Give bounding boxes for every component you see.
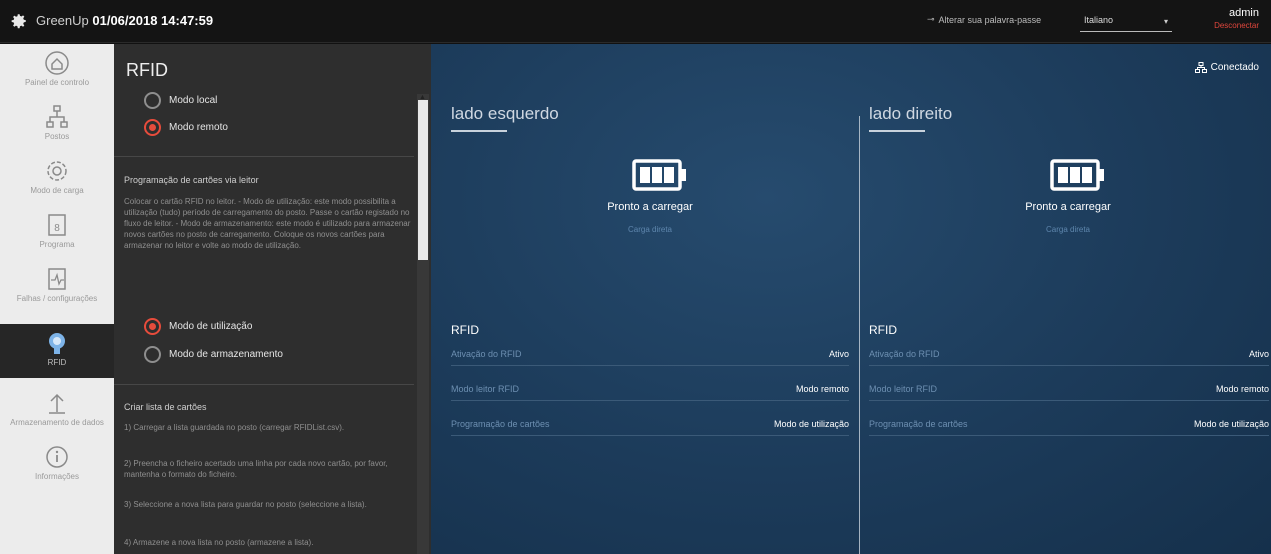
- section-description: Colocar o cartão RFID no leitor. - Modo …: [124, 197, 411, 250]
- step-text: 1) Carregar a lista guardada no posto (c…: [124, 423, 345, 432]
- charge-substatus: Carga direta: [627, 225, 673, 234]
- row-value: Modo de utilização: [773, 419, 849, 429]
- password-alert-label: Alterar sua palavra-passe: [938, 14, 1042, 25]
- left-side-panel: lado esquerdo Pronto a carregar Carga di…: [451, 44, 861, 554]
- password-alert[interactable]: ⊸ Alterar sua palavra-passe: [927, 14, 1041, 25]
- row-key: Modo leitor RFID: [451, 384, 520, 394]
- battery-icon: [1050, 159, 1104, 191]
- info-icon: [46, 446, 68, 468]
- sidebar-item-dashboard[interactable]: Painel de controlo: [0, 44, 114, 98]
- info-row: Programação de cartões Modo de utilizaçã…: [869, 414, 1269, 436]
- info-row: Modo leitor RFID Modo remoto: [869, 379, 1269, 401]
- radio-circle[interactable]: [144, 92, 161, 109]
- scrollbar-thumb[interactable]: [418, 100, 428, 260]
- logout-link[interactable]: Desconectar: [1214, 21, 1259, 30]
- section-title: Criar lista de cartões: [124, 402, 207, 412]
- radio-label: Modo de utilização: [169, 321, 253, 332]
- user-menu: admin Desconectar: [1214, 7, 1259, 30]
- scrollbar[interactable]: ▲: [417, 94, 429, 554]
- row-value: Ativo: [1248, 349, 1269, 359]
- sidebar-item-info[interactable]: Informações: [0, 438, 114, 492]
- row-key: Ativação do RFID: [869, 349, 940, 359]
- key-icon: ⊸: [927, 14, 935, 24]
- info-row: Programação de cartões Modo de utilizaçã…: [451, 414, 849, 436]
- charge-status: Pronto a carregar: [607, 201, 693, 213]
- row-value: Modo remoto: [795, 384, 849, 394]
- battery-icon: [632, 159, 686, 191]
- username: admin: [1229, 7, 1259, 19]
- main-area: Conectado lado esquerdo Pronto a carrega…: [431, 44, 1271, 554]
- title-underline: [869, 130, 925, 132]
- gear-icon[interactable]: [10, 12, 28, 30]
- radio-label: Modo remoto: [169, 122, 228, 133]
- language-value: Italiano: [1084, 15, 1114, 25]
- row-value: Modo de utilização: [1193, 419, 1269, 429]
- app-name: GreenUp: [36, 13, 89, 28]
- charge-status: Pronto a carregar: [1025, 201, 1111, 213]
- sidebar-item-label: Postos: [44, 132, 70, 141]
- info-row: Ativação do RFID Ativo: [451, 344, 849, 366]
- divider: [114, 384, 414, 385]
- rfid-section-title: RFID: [451, 323, 479, 337]
- sidebar-item-label: Falhas / configurações: [16, 294, 98, 303]
- sidebar-item-rfid[interactable]: RFID: [0, 324, 114, 378]
- radio-circle[interactable]: [144, 346, 161, 363]
- chevron-down-icon: ▾: [1163, 17, 1168, 26]
- sidebar-item-data-storage[interactable]: Armazenamento de dados: [0, 384, 114, 438]
- side-title: lado direito: [869, 104, 953, 123]
- row-key: Programação de cartões: [869, 419, 968, 429]
- radio-mode-use[interactable]: Modo de utilização: [144, 318, 252, 335]
- upload-icon: [49, 393, 65, 414]
- datetime: 01/06/2018 14:47:59: [92, 13, 214, 28]
- svg-text:8: 8: [54, 223, 60, 234]
- right-side-panel: lado direito Pronto a carregar Carga dir…: [869, 44, 1271, 554]
- charge-substatus: Carga direta: [1045, 225, 1091, 234]
- section-title: Programação de cartões via leitor: [124, 175, 259, 185]
- panel-title: RFID: [126, 60, 168, 80]
- sidebar-item-charge-mode[interactable]: Modo de carga: [0, 152, 114, 206]
- sidebar-item-faults[interactable]: Falhas / configurações: [0, 260, 114, 314]
- sidebar-item-label: Modo de carga: [30, 186, 84, 195]
- sidebar: Painel de controlo Postos Modo de carga …: [0, 44, 114, 554]
- home-icon: [45, 51, 69, 75]
- sidebar-item-label: Programa: [39, 240, 75, 249]
- sidebar-item-schedule[interactable]: 8 Programa: [0, 206, 114, 260]
- gear-icon: [47, 161, 67, 181]
- row-key: Ativação do RFID: [451, 349, 522, 359]
- side-title: lado esquerdo: [451, 104, 559, 123]
- row-key: Programação de cartões: [451, 419, 550, 429]
- network-icon: [46, 105, 68, 128]
- radio-circle[interactable]: [144, 119, 161, 136]
- step-text: 2) Preencha o ficheiro acertado uma linh…: [124, 459, 388, 479]
- radio-mode-local[interactable]: Modo local: [144, 92, 217, 109]
- row-key: Modo leitor RFID: [869, 384, 938, 394]
- row-value: Ativo: [828, 349, 849, 359]
- sidebar-item-label: RFID: [47, 358, 67, 367]
- step-text: 3) Seleccione a nova lista para guardar …: [124, 500, 367, 509]
- rfid-section-title: RFID: [869, 323, 897, 337]
- info-row: Ativação do RFID Ativo: [869, 344, 1269, 366]
- sidebar-item-label: Armazenamento de dados: [10, 418, 104, 427]
- radio-label: Modo local: [169, 95, 218, 106]
- row-value: Modo remoto: [1215, 384, 1269, 394]
- calendar-icon: 8: [48, 214, 66, 236]
- sidebar-item-postos[interactable]: Postos: [0, 98, 114, 152]
- radio-circle[interactable]: [144, 318, 161, 335]
- rfid-icon: [49, 333, 65, 354]
- radio-mode-store[interactable]: Modo de armazenamento: [144, 346, 283, 363]
- app-title: GreenUp 01/06/2018 14:47:59: [36, 13, 213, 28]
- rfid-settings-panel: RFID Modo local Modo remoto Programação …: [114, 44, 431, 554]
- chart-icon: [48, 268, 66, 290]
- radio-mode-remote[interactable]: Modo remoto: [144, 119, 228, 136]
- language-select[interactable]: Italiano ▾: [1080, 10, 1172, 32]
- title-underline: [451, 130, 507, 132]
- step-text: 4) Armazene a nova lista no posto (armaz…: [124, 538, 314, 547]
- radio-label: Modo de armazenamento: [169, 349, 283, 360]
- sidebar-item-label: Painel de controlo: [24, 78, 90, 87]
- divider: [114, 156, 414, 157]
- sidebar-item-label: Informações: [34, 472, 80, 481]
- info-row: Modo leitor RFID Modo remoto: [451, 379, 849, 401]
- top-bar: GreenUp 01/06/2018 14:47:59 ⊸ Alterar su…: [0, 0, 1271, 43]
